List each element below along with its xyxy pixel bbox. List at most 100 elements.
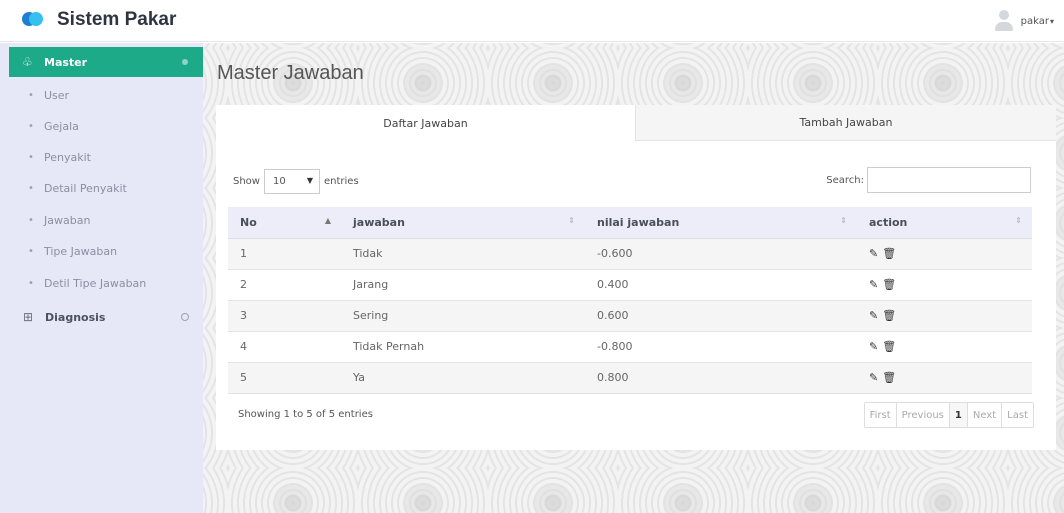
- cell-action: ✎ 🗑: [857, 362, 1032, 394]
- sort-both-icon: ⇕: [1015, 216, 1022, 225]
- cell-nilai: -0.800: [585, 331, 857, 363]
- collapse-dot-icon: [181, 313, 189, 321]
- sidebar-item-label: Tipe Jawaban: [44, 244, 118, 258]
- active-dot-icon: [182, 59, 188, 65]
- entries-select[interactable]: 10 ▼: [263, 169, 320, 194]
- sidebar-item-detail-penyakit[interactable]: • Detail Penyakit: [9, 172, 203, 204]
- bullet-icon: •: [28, 182, 34, 194]
- trash-icon[interactable]: 🗑: [882, 278, 896, 291]
- dropdown-arrow-icon: ▼: [306, 176, 313, 185]
- cell-nilai: -0.600: [585, 238, 857, 270]
- user-name[interactable]: pakar: [1021, 16, 1049, 27]
- cell-action: ✎ 🗑: [857, 331, 1032, 363]
- sidebar-item-penyakit[interactable]: • Penyakit: [9, 141, 203, 173]
- search-control: Search:: [826, 167, 1031, 193]
- top-navbar: Sistem Pakar pakar ▾: [0, 0, 1064, 42]
- cell-action: ✎ 🗑: [857, 269, 1032, 301]
- tab-tambah-jawaban[interactable]: Tambah Jawaban: [635, 105, 1056, 141]
- cell-no: 2: [228, 269, 341, 301]
- sidebar: ♧ Master • User • Gejala • Penyakit • Detail…: [0, 43, 203, 513]
- cell-nilai: 0.600: [585, 300, 857, 332]
- cell-jawaban: Tidak Pernah: [341, 331, 585, 363]
- edit-icon[interactable]: ✎: [869, 340, 878, 353]
- sidebar-item-gejala[interactable]: • Gejala: [9, 110, 203, 142]
- sidebar-item-jawaban[interactable]: • Jawaban: [9, 204, 203, 236]
- pagination-previous[interactable]: Previous: [895, 403, 949, 427]
- entries-select-value: 10: [272, 176, 286, 187]
- trash-icon[interactable]: 🗑: [882, 371, 896, 384]
- entries-label: entries: [323, 176, 359, 187]
- edit-icon[interactable]: ✎: [869, 371, 878, 384]
- jawaban-table: No ▲ jawaban ⇕ nilai jawaban ⇕ action ⇕ 1 Ti…: [228, 207, 1032, 394]
- sidebar-item-master[interactable]: ♧ Master: [9, 47, 203, 77]
- bullet-icon: •: [28, 245, 34, 257]
- sort-both-icon: ⇕: [568, 216, 575, 225]
- cell-no: 3: [228, 300, 341, 332]
- edit-icon[interactable]: ✎: [869, 247, 878, 260]
- leaf-icon: ♧: [22, 55, 33, 69]
- edit-icon[interactable]: ✎: [869, 309, 878, 322]
- trash-icon[interactable]: 🗑: [882, 340, 896, 353]
- bullet-icon: •: [28, 151, 34, 163]
- cell-action: ✎ 🗑: [857, 238, 1032, 270]
- page-title: Master Jawaban: [217, 62, 364, 84]
- sidebar-item-label: Detail Penyakit: [44, 181, 127, 195]
- column-header-label: No: [240, 215, 257, 229]
- pagination-page-1[interactable]: 1: [948, 403, 967, 427]
- bullet-icon: •: [28, 89, 34, 101]
- table-info: Showing 1 to 5 of 5 entries: [238, 409, 373, 420]
- sidebar-item-diagnosis[interactable]: ⊞ Diagnosis: [9, 302, 203, 332]
- show-label: Show: [233, 176, 260, 187]
- sidebar-item-user[interactable]: • User: [9, 79, 203, 111]
- cell-nilai: 0.400: [585, 269, 857, 301]
- pagination-first[interactable]: First: [864, 403, 896, 427]
- trash-icon[interactable]: 🗑: [882, 247, 896, 260]
- sidebar-item-label: Gejala: [44, 119, 79, 133]
- trash-icon[interactable]: 🗑: [882, 309, 896, 322]
- sidebar-item-label: Jawaban: [44, 213, 91, 227]
- column-header-nilai-jawaban[interactable]: nilai jawaban ⇕: [585, 207, 857, 239]
- column-header-jawaban[interactable]: jawaban ⇕: [341, 207, 585, 239]
- table-row: 2 Jarang 0.400 ✎ 🗑: [228, 269, 1032, 301]
- pagination-last[interactable]: Last: [1001, 403, 1033, 427]
- logo-icon: [22, 12, 44, 26]
- table-row: 3 Sering 0.600 ✎ 🗑: [228, 300, 1032, 332]
- sidebar-item-label: Master: [44, 55, 88, 69]
- cell-no: 4: [228, 331, 341, 363]
- sort-both-icon: ⇕: [840, 216, 847, 225]
- entries-length-control: Show 10 ▼ entries: [233, 169, 359, 194]
- sort-asc-icon: ▲: [324, 216, 331, 225]
- search-label: Search:: [826, 174, 864, 186]
- search-input[interactable]: [867, 167, 1031, 193]
- column-header-action[interactable]: action ⇕: [857, 207, 1032, 239]
- tab-bar: Daftar Jawaban Tambah Jawaban: [216, 105, 1056, 141]
- cell-nilai: 0.800: [585, 362, 857, 394]
- table-row: 5 Ya 0.800 ✎ 🗑: [228, 362, 1032, 394]
- caret-down-icon[interactable]: ▾: [1050, 17, 1054, 26]
- tab-daftar-jawaban[interactable]: Daftar Jawaban: [216, 105, 635, 141]
- grid-icon: ⊞: [23, 310, 34, 324]
- table-header-row: No ▲ jawaban ⇕ nilai jawaban ⇕ action ⇕: [228, 207, 1032, 239]
- pagination-next[interactable]: Next: [966, 403, 1002, 427]
- edit-icon[interactable]: ✎: [869, 278, 878, 291]
- sidebar-item-detil-tipe-jawaban[interactable]: • Detil Tipe Jawaban: [9, 267, 203, 299]
- bullet-icon: •: [28, 214, 34, 226]
- cell-jawaban: Jarang: [341, 269, 585, 301]
- sidebar-item-label: Detil Tipe Jawaban: [44, 276, 147, 290]
- bullet-icon: •: [28, 120, 34, 132]
- pagination: First Previous 1 Next Last: [863, 402, 1034, 428]
- cell-jawaban: Ya: [341, 362, 585, 394]
- sidebar-item-tipe-jawaban[interactable]: • Tipe Jawaban: [9, 235, 203, 267]
- column-header-no[interactable]: No ▲: [228, 207, 341, 239]
- table-row: 1 Tidak -0.600 ✎ 🗑: [228, 238, 1032, 270]
- sidebar-item-label: User: [44, 88, 70, 102]
- user-menu[interactable]: pakar ▾: [994, 9, 1054, 33]
- cell-jawaban: Sering: [341, 300, 585, 332]
- cell-jawaban: Tidak: [341, 238, 585, 270]
- cell-no: 1: [228, 238, 341, 270]
- column-header-label: action: [869, 215, 908, 229]
- column-header-label: nilai jawaban: [597, 215, 680, 229]
- cell-action: ✎ 🗑: [857, 300, 1032, 332]
- content-panel: Daftar Jawaban Tambah Jawaban Show 10 ▼ …: [216, 105, 1056, 450]
- app-title[interactable]: Sistem Pakar: [57, 9, 176, 31]
